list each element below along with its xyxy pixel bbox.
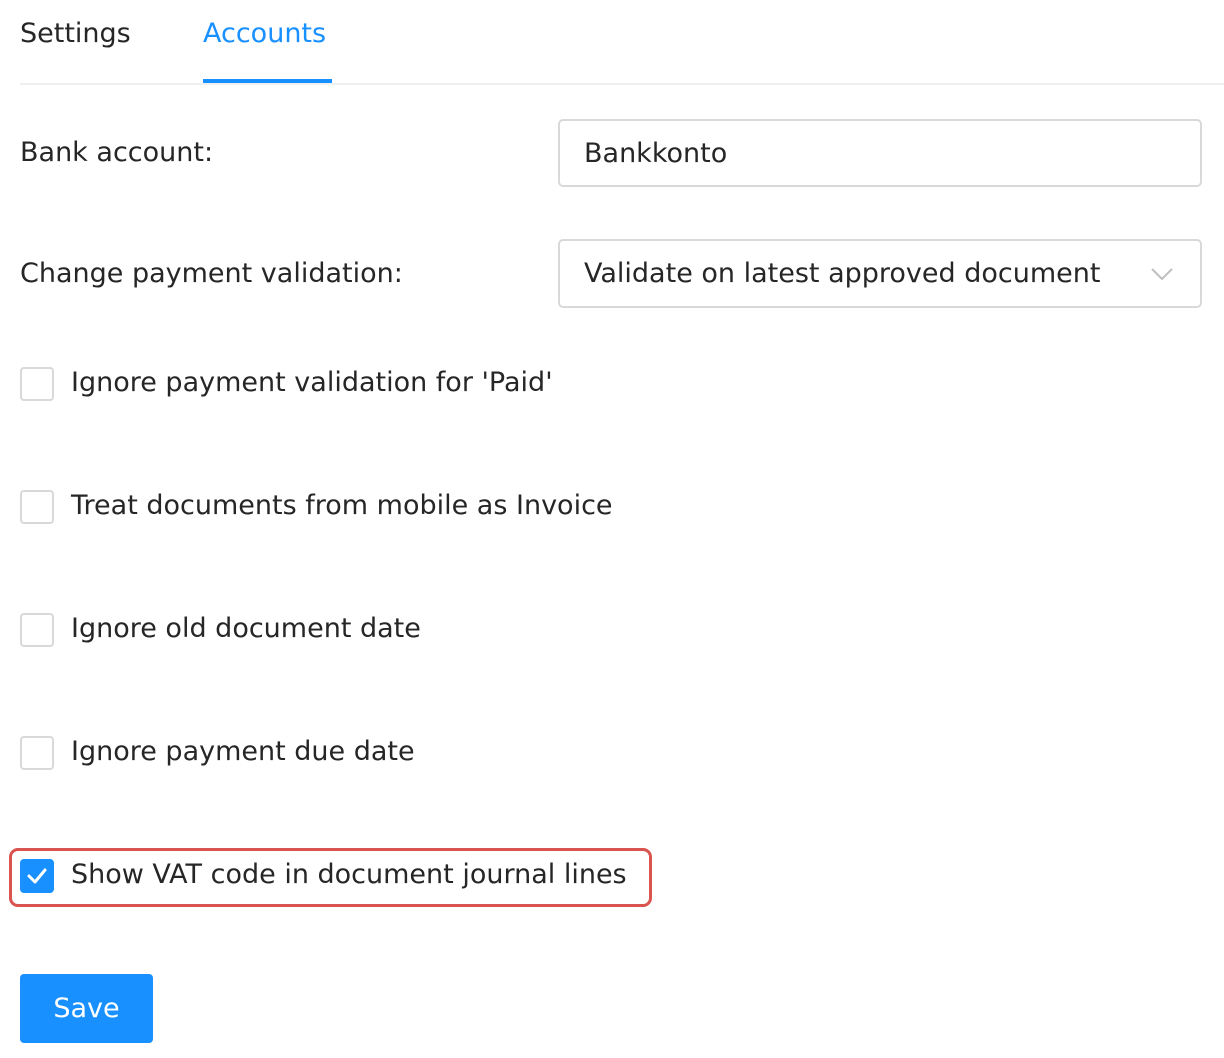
ignore-payment-due-date-checkbox[interactable] <box>20 736 54 770</box>
treat-mobile-as-invoice-checkbox[interactable] <box>20 490 54 524</box>
treat-mobile-as-invoice-label: Treat documents from mobile as Invoice <box>71 490 613 521</box>
ignore-payment-due-date-label: Ignore payment due date <box>71 736 415 767</box>
ignore-payment-validation-label: Ignore payment validation for 'Paid' <box>71 367 553 398</box>
bank-account-input[interactable] <box>560 121 1200 185</box>
select-value: Validate on latest approved document <box>584 258 1101 289</box>
ignore-payment-validation-checkbox[interactable] <box>20 367 54 401</box>
show-vat-code-checkbox[interactable] <box>20 859 54 893</box>
show-vat-code-label: Show VAT code in document journal lines <box>71 859 627 890</box>
change-payment-validation-select[interactable]: Validate on latest approved document <box>558 239 1202 308</box>
chevron-down-icon <box>1151 268 1173 281</box>
bank-account-field <box>558 119 1202 187</box>
tab-settings[interactable]: Settings <box>20 16 131 52</box>
checkmark-icon <box>27 868 47 884</box>
bank-account-label: Bank account: <box>20 137 214 168</box>
tab-bar: Settings Accounts <box>20 0 1224 85</box>
save-button[interactable]: Save <box>20 974 153 1043</box>
ignore-old-document-date-checkbox[interactable] <box>20 613 54 647</box>
change-payment-validation-label: Change payment validation: <box>20 258 403 289</box>
active-tab-indicator <box>203 79 332 83</box>
ignore-old-document-date-label: Ignore old document date <box>71 613 421 644</box>
tab-accounts[interactable]: Accounts <box>203 16 326 52</box>
